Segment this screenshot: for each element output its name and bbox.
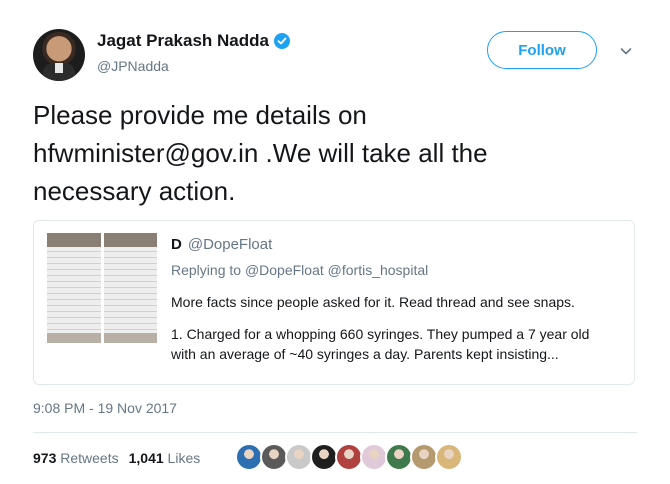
liker-avatar[interactable] bbox=[310, 443, 338, 471]
quoted-reply-context: Replying to @DopeFloat @fortis_hospital bbox=[171, 262, 428, 278]
quoted-line: 1. Charged for a whopping 660 syringes. … bbox=[171, 326, 590, 342]
author-avatar[interactable] bbox=[33, 29, 85, 81]
liker-avatar[interactable] bbox=[410, 443, 438, 471]
author-name-row[interactable]: Jagat Prakash Nadda bbox=[97, 31, 290, 51]
liker-avatar[interactable] bbox=[435, 443, 463, 471]
chevron-down-icon[interactable] bbox=[620, 44, 632, 56]
quoted-paragraph: More facts since people asked for it. Re… bbox=[171, 294, 575, 310]
tweet-timestamp[interactable]: 9:08 PM - 19 Nov 2017 bbox=[33, 400, 177, 416]
liker-avatar[interactable] bbox=[285, 443, 313, 471]
quoted-author-handle[interactable]: @DopeFloat bbox=[188, 236, 272, 253]
retweets-count: 973 bbox=[33, 450, 57, 466]
tweet-text-line: Please provide me details on bbox=[33, 100, 367, 130]
quoted-author[interactable]: D @DopeFloat bbox=[171, 236, 272, 253]
quoted-tweet[interactable]: D @DopeFloat Replying to @DopeFloat @for… bbox=[33, 220, 635, 385]
reply-mention[interactable]: @fortis_hospital bbox=[328, 262, 429, 278]
liker-avatar[interactable] bbox=[235, 443, 263, 471]
quoted-author-name[interactable]: D bbox=[171, 236, 182, 253]
retweets-label: Retweets bbox=[60, 450, 119, 466]
likes-label: Likes bbox=[167, 450, 201, 466]
reply-mention[interactable]: @DopeFloat bbox=[245, 262, 324, 278]
likes-count: 1,041 bbox=[128, 450, 164, 466]
bill-photo-thumbnail[interactable] bbox=[47, 233, 101, 343]
liker-avatar[interactable] bbox=[385, 443, 413, 471]
tweet-text-line: hfwminister@gov.in .We will take all the bbox=[33, 138, 488, 168]
quoted-text: More facts since people asked for it. Re… bbox=[171, 292, 626, 376]
likes-stat[interactable]: 1,041 Likes bbox=[129, 450, 201, 466]
retweets-stat[interactable]: 973 Retweets bbox=[33, 450, 119, 466]
avatar-collar bbox=[55, 63, 63, 73]
tweet-text-line: necessary action. bbox=[33, 176, 236, 206]
quoted-paragraph: 1. Charged for a whopping 660 syringes. … bbox=[171, 324, 626, 364]
quoted-media[interactable] bbox=[47, 233, 157, 343]
liker-avatar[interactable] bbox=[360, 443, 388, 471]
liker-avatar[interactable] bbox=[335, 443, 363, 471]
follow-button[interactable]: Follow bbox=[487, 31, 597, 69]
engagement-stats: 973 Retweets 1,041 Likes bbox=[33, 450, 200, 466]
liker-avatar[interactable] bbox=[260, 443, 288, 471]
verified-badge-icon bbox=[273, 33, 290, 49]
liker-avatars bbox=[235, 443, 463, 471]
author-handle[interactable]: @JPNadda bbox=[97, 58, 169, 74]
quoted-line: with an average of ~40 syringes a day. P… bbox=[171, 346, 559, 362]
author-name[interactable]: Jagat Prakash Nadda bbox=[97, 31, 269, 51]
divider bbox=[33, 432, 637, 433]
bill-photo-thumbnail[interactable] bbox=[103, 233, 157, 343]
reply-prefix: Replying to bbox=[171, 262, 242, 278]
tweet-text: Please provide me details on hfwminister… bbox=[33, 96, 633, 210]
